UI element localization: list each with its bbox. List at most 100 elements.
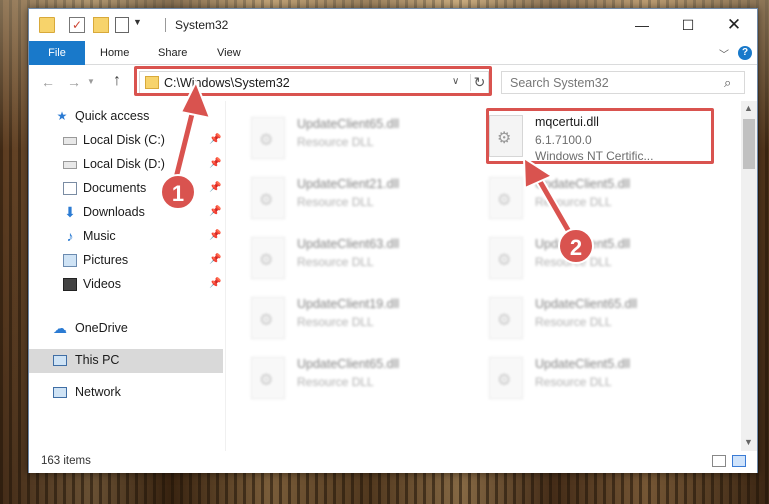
pin-icon[interactable]: 📌 bbox=[209, 278, 221, 289]
forward-arrow-icon[interactable]: → bbox=[67, 74, 81, 90]
download-icon: ⬇ bbox=[64, 204, 76, 220]
properties-check-icon[interactable]: ✓ bbox=[69, 17, 85, 33]
help-icon[interactable]: ? bbox=[738, 46, 752, 60]
sidebar-item-pictures[interactable]: Pictures 📌 bbox=[29, 249, 223, 273]
pin-icon[interactable]: 📌 bbox=[209, 182, 221, 193]
file-type: Resource DLL bbox=[297, 375, 374, 389]
gear-icon: ⚙ bbox=[259, 252, 274, 269]
sidebar-item-label: Documents bbox=[83, 181, 147, 195]
tab-view[interactable]: View bbox=[217, 41, 241, 65]
scroll-down-arrow-icon[interactable]: ▼ bbox=[744, 437, 753, 447]
large-icons-view-icon[interactable] bbox=[732, 455, 746, 467]
pictures-icon bbox=[63, 254, 77, 267]
pin-icon[interactable]: 📌 bbox=[209, 134, 221, 145]
dll-file-icon: ⚙ bbox=[251, 177, 285, 219]
gear-icon: ⚙ bbox=[259, 312, 274, 329]
pin-icon[interactable]: 📌 bbox=[209, 230, 221, 241]
dll-file-icon: ⚙ bbox=[251, 357, 285, 399]
sidebar-item-label: Network bbox=[75, 385, 121, 399]
list-item[interactable]: ⚙ UpdateClient5.dll Resource DLL bbox=[489, 235, 719, 285]
list-item[interactable]: ⚙ UpdateClient65.dll Resource DLL bbox=[251, 115, 481, 165]
maximize-button[interactable]: ☐ bbox=[665, 9, 711, 41]
sidebar-item-music[interactable]: ♪ Music 📌 bbox=[29, 225, 223, 249]
sidebar-item-network[interactable]: Network bbox=[29, 381, 223, 405]
sidebar-item-label: Local Disk (D:) bbox=[83, 157, 165, 171]
tab-file[interactable]: File bbox=[29, 41, 85, 65]
minimize-button[interactable]: — bbox=[619, 9, 665, 41]
title-bar: ✓ ▼ System32 — ☐ ✕ bbox=[29, 9, 757, 41]
list-item[interactable]: ⚙ UpdateClient65.dll Resource DLL bbox=[489, 295, 719, 345]
sidebar-item-label: Downloads bbox=[83, 205, 145, 219]
window-title: System32 bbox=[175, 18, 229, 32]
search-input[interactable]: Search System32 ⌕ bbox=[501, 71, 745, 94]
file-list: ⚙ UpdateClient65.dll Resource DLL ⚙ Upda… bbox=[227, 101, 741, 451]
sidebar-item-onedrive[interactable]: ☁ OneDrive bbox=[29, 317, 223, 341]
file-type: Resource DLL bbox=[297, 255, 374, 269]
file-name: UpdateClient65.dll bbox=[297, 117, 400, 131]
pin-icon[interactable]: 📌 bbox=[209, 158, 221, 169]
pane-divider[interactable] bbox=[225, 101, 226, 451]
gear-icon: ⚙ bbox=[497, 192, 512, 209]
quick-access-toolbar-icon[interactable] bbox=[115, 17, 129, 33]
file-explorer-window: ✓ ▼ System32 — ☐ ✕ File Home Share View … bbox=[28, 8, 758, 473]
dll-file-icon: ⚙ bbox=[489, 237, 523, 279]
new-folder-icon[interactable] bbox=[93, 17, 109, 33]
up-arrow-icon[interactable]: ↑ bbox=[113, 72, 121, 90]
file-type: Resource DLL bbox=[535, 375, 612, 389]
pin-icon[interactable]: 📌 bbox=[209, 254, 221, 265]
tab-home[interactable]: Home bbox=[100, 41, 129, 65]
file-name: UpdateClient5.dll bbox=[535, 357, 631, 371]
navigation-pane: ★ Quick access Local Disk (C:) 📌 Local D… bbox=[29, 101, 225, 451]
gear-icon: ⚙ bbox=[497, 372, 512, 389]
gear-icon: ⚙ bbox=[497, 252, 512, 269]
sidebar-item-downloads[interactable]: ⬇ Downloads 📌 bbox=[29, 201, 223, 225]
scroll-up-arrow-icon[interactable]: ▲ bbox=[744, 103, 753, 113]
list-item[interactable]: ⚙ UpdateClient63.dll Resource DLL bbox=[251, 235, 481, 285]
search-icon[interactable]: ⌕ bbox=[724, 75, 731, 91]
sidebar-item-local-disk-c[interactable]: Local Disk (C:) 📌 bbox=[29, 129, 223, 153]
sidebar-item-local-disk-d[interactable]: Local Disk (D:) 📌 bbox=[29, 153, 223, 177]
cloud-icon: ☁ bbox=[53, 320, 67, 336]
expand-ribbon-chevron-icon[interactable]: ﹀ bbox=[719, 46, 729, 61]
pin-icon[interactable]: 📌 bbox=[209, 206, 221, 217]
search-placeholder: Search System32 bbox=[510, 76, 609, 90]
gear-icon: ⚙ bbox=[259, 192, 274, 209]
customize-toolbar-chevron-down-icon[interactable]: ▼ bbox=[133, 17, 149, 33]
scrollbar-thumb[interactable] bbox=[743, 119, 755, 169]
callout-step-2: 2 bbox=[558, 228, 594, 264]
sidebar-item-videos[interactable]: Videos 📌 bbox=[29, 273, 223, 297]
sidebar-item-label: Videos bbox=[83, 277, 121, 291]
item-count: 163 items bbox=[41, 455, 91, 467]
recent-locations-chevron-icon[interactable]: ▼ bbox=[87, 77, 95, 86]
dll-file-icon: ⚙ bbox=[251, 297, 285, 339]
list-item[interactable]: ⚙ UpdateClient5.dll Resource DLL bbox=[489, 175, 719, 225]
gear-icon: ⚙ bbox=[497, 312, 512, 329]
gear-icon: ⚙ bbox=[259, 372, 274, 389]
status-bar: 163 items bbox=[29, 451, 757, 473]
file-type: Resource DLL bbox=[297, 195, 374, 209]
file-type: Resource DLL bbox=[535, 195, 612, 209]
folder-icon bbox=[39, 17, 55, 33]
star-icon: ★ bbox=[56, 109, 68, 123]
vertical-scrollbar[interactable]: ▲ ▼ bbox=[741, 101, 757, 451]
sidebar-item-label: Music bbox=[83, 229, 116, 243]
sidebar-item-this-pc[interactable]: This PC bbox=[29, 349, 223, 373]
list-item[interactable]: ⚙ UpdateClient21.dll Resource DLL bbox=[251, 175, 481, 225]
file-name: UpdateClient19.dll bbox=[297, 297, 400, 311]
file-type: Resource DLL bbox=[297, 135, 374, 149]
sidebar-item-label: Local Disk (C:) bbox=[83, 133, 165, 147]
tab-share[interactable]: Share bbox=[158, 41, 187, 65]
ribbon-tabs: File Home Share View ﹀ ? bbox=[29, 41, 757, 65]
dll-file-icon: ⚙ bbox=[251, 237, 285, 279]
list-item[interactable]: ⚙ UpdateClient19.dll Resource DLL bbox=[251, 295, 481, 345]
file-name: UpdateClient65.dll bbox=[297, 357, 400, 371]
back-arrow-icon[interactable]: ← bbox=[41, 74, 55, 90]
sidebar-item-quick-access[interactable]: ★ Quick access bbox=[29, 105, 223, 129]
details-view-icon[interactable] bbox=[712, 455, 726, 467]
dll-file-icon: ⚙ bbox=[489, 177, 523, 219]
close-button[interactable]: ✕ bbox=[711, 9, 757, 41]
computer-icon bbox=[53, 355, 67, 366]
list-item[interactable]: ⚙ UpdateClient65.dll Resource DLL bbox=[251, 355, 481, 405]
drive-icon bbox=[63, 137, 77, 145]
list-item[interactable]: ⚙ UpdateClient5.dll Resource DLL bbox=[489, 355, 719, 405]
